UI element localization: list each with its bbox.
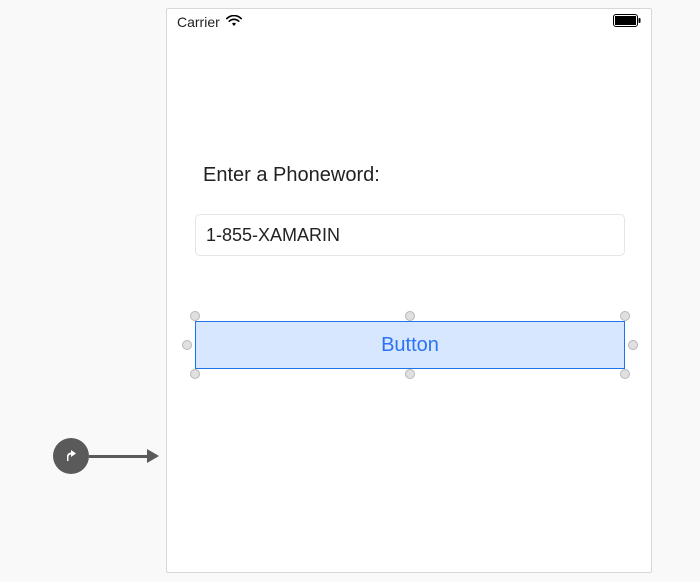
selection-handle-bottom-center[interactable] [405,369,415,379]
pointer-annotation [53,438,159,474]
selection-handle-top-center[interactable] [405,311,415,321]
selection-handle-bottom-left[interactable] [190,369,200,379]
status-bar-left: Carrier [177,14,242,30]
translate-button[interactable]: Button [195,321,625,369]
wifi-icon [226,14,242,30]
status-bar: Carrier [167,9,651,35]
selection-handle-middle-left[interactable] [182,340,192,350]
selection-handle-top-right[interactable] [620,311,630,321]
annotation-circle-icon [53,438,89,474]
selection-handle-bottom-right[interactable] [620,369,630,379]
phoneword-label: Enter a Phoneword: [203,164,380,187]
selection-handle-top-left[interactable] [190,311,200,321]
annotation-arrow-head-icon [147,449,159,463]
phoneword-value: 1-855-XAMARIN [206,225,340,246]
selection-handle-middle-right[interactable] [628,340,638,350]
device-frame: Carrier Enter a Phoneword: [166,8,652,573]
annotation-arrow-line [89,455,147,458]
translate-button-selection[interactable]: Button [195,321,625,369]
carrier-label: Carrier [177,14,220,30]
translate-button-label: Button [381,334,439,357]
battery-icon [613,14,641,30]
canvas: Carrier Enter a Phoneword: [0,0,700,582]
phoneword-input[interactable]: 1-855-XAMARIN [195,214,625,256]
